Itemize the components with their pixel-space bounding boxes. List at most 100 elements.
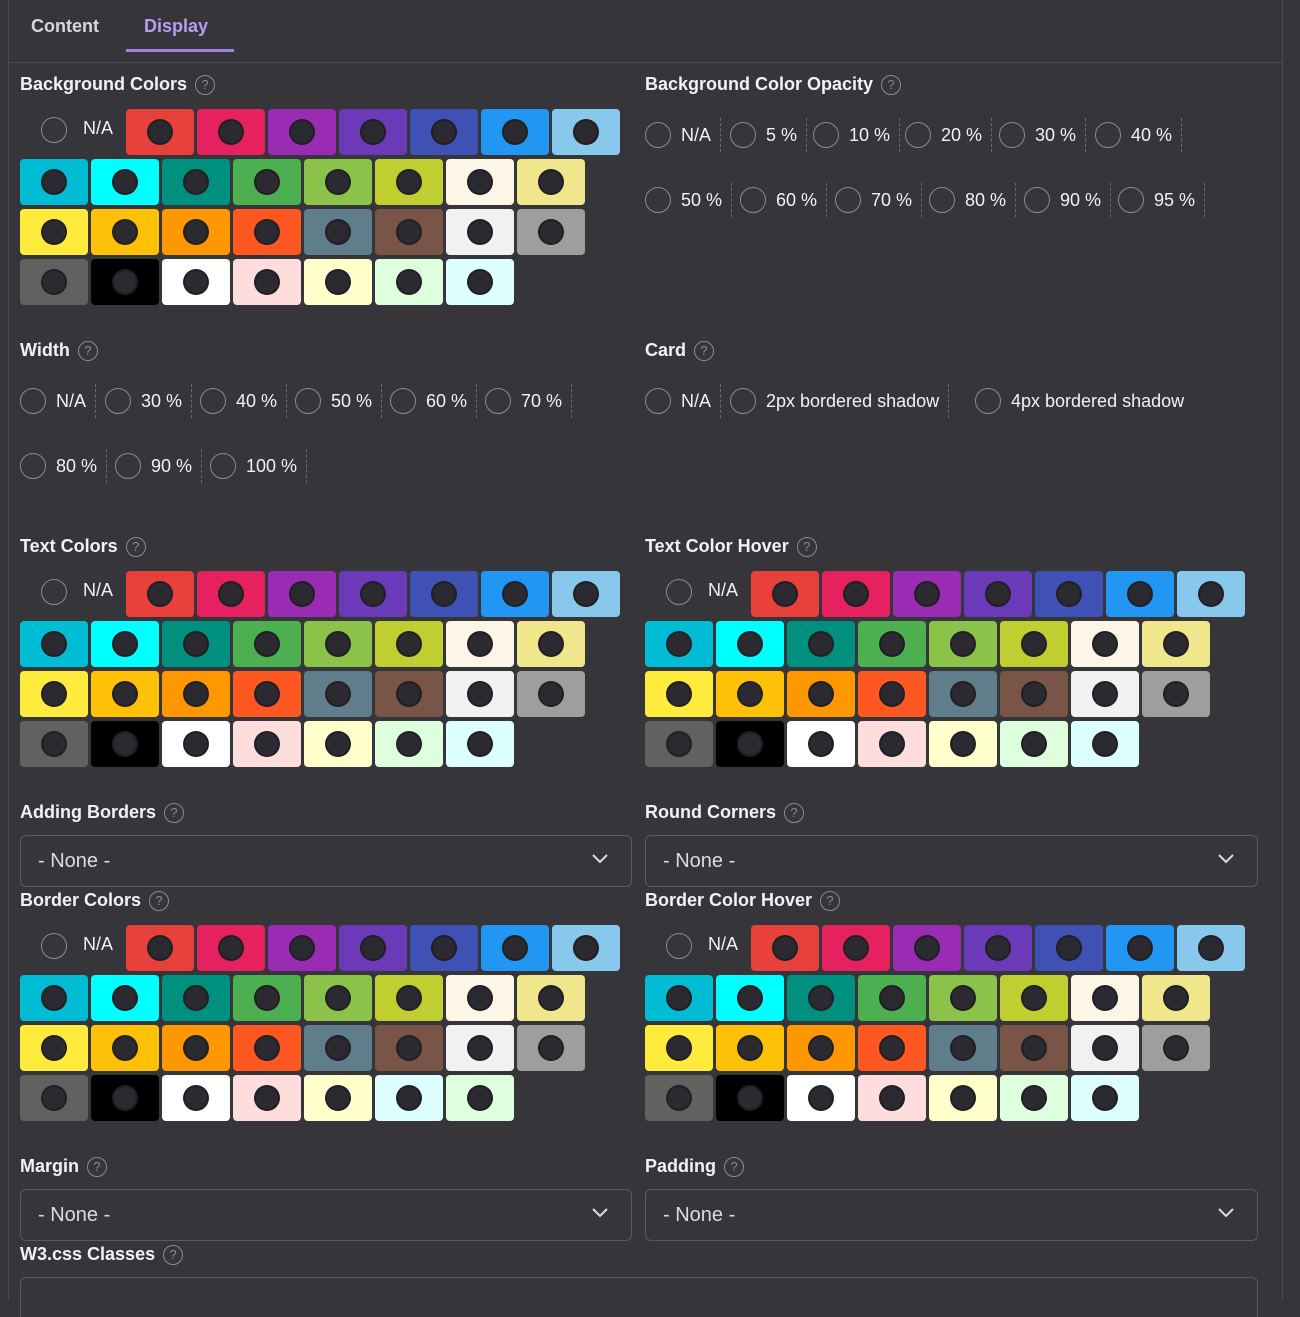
radio-button[interactable] <box>183 681 209 707</box>
help-icon[interactable]: ? <box>163 1245 184 1265</box>
radio-option[interactable]: 70 % <box>485 384 573 418</box>
color-swatch[interactable] <box>929 721 997 767</box>
color-swatch[interactable] <box>822 925 890 971</box>
radio-option[interactable]: 60 % <box>390 384 478 418</box>
color-swatch[interactable] <box>517 159 585 205</box>
color-swatch[interactable] <box>91 621 159 667</box>
radio-button[interactable] <box>396 1085 422 1111</box>
color-swatch[interactable] <box>268 571 336 617</box>
color-swatch[interactable] <box>1071 975 1139 1021</box>
radio-button[interactable] <box>360 119 386 145</box>
color-swatch[interactable] <box>1142 1025 1210 1071</box>
radio-button[interactable] <box>843 935 869 961</box>
radio-button[interactable] <box>147 935 173 961</box>
color-swatch[interactable] <box>375 721 443 767</box>
color-swatch[interactable] <box>858 671 926 717</box>
color-swatch[interactable] <box>787 621 855 667</box>
radio-button[interactable] <box>1021 731 1047 757</box>
adding-borders-select[interactable]: - None - <box>20 835 632 887</box>
color-swatch[interactable] <box>375 1075 443 1121</box>
radio-button[interactable] <box>183 631 209 657</box>
color-swatch[interactable] <box>91 1025 159 1071</box>
color-swatch[interactable] <box>304 159 372 205</box>
color-swatch[interactable] <box>91 1075 159 1121</box>
color-swatch[interactable] <box>410 571 478 617</box>
radio-button[interactable] <box>879 681 905 707</box>
color-swatch[interactable] <box>375 259 443 305</box>
color-swatch[interactable] <box>929 621 997 667</box>
radio-button[interactable] <box>1056 935 1082 961</box>
color-swatch[interactable] <box>787 1075 855 1121</box>
radio-button[interactable] <box>112 219 138 245</box>
color-swatch[interactable] <box>375 159 443 205</box>
radio-button[interactable] <box>183 219 209 245</box>
color-swatch[interactable] <box>929 1075 997 1121</box>
radio-button[interactable] <box>538 631 564 657</box>
radio-button[interactable] <box>396 681 422 707</box>
color-swatch[interactable] <box>20 159 88 205</box>
radio-button[interactable] <box>950 1085 976 1111</box>
color-swatch[interactable] <box>964 571 1032 617</box>
color-swatch[interactable] <box>481 925 549 971</box>
radio-button[interactable] <box>843 581 869 607</box>
color-swatch[interactable] <box>446 159 514 205</box>
radio-button[interactable] <box>325 631 351 657</box>
radio-button[interactable] <box>950 1035 976 1061</box>
color-swatch[interactable] <box>162 671 230 717</box>
radio-option[interactable]: 80 % <box>20 449 108 483</box>
radio-button[interactable] <box>183 731 209 757</box>
color-swatch[interactable] <box>751 571 819 617</box>
color-swatch[interactable] <box>517 671 585 717</box>
radio-button[interactable] <box>1198 581 1224 607</box>
radio-button[interactable] <box>396 269 422 295</box>
color-swatch[interactable] <box>20 621 88 667</box>
color-swatch[interactable] <box>517 1025 585 1071</box>
radio-button[interactable] <box>666 985 692 1011</box>
color-swatch[interactable] <box>304 209 372 255</box>
color-swatch[interactable] <box>517 975 585 1021</box>
radio-button[interactable] <box>112 731 138 757</box>
help-icon[interactable]: ? <box>195 75 216 95</box>
color-swatch[interactable] <box>339 925 407 971</box>
radio-button[interactable] <box>538 169 564 195</box>
radio-button[interactable] <box>467 1085 493 1111</box>
radio-button[interactable] <box>772 581 798 607</box>
radio-button[interactable] <box>502 581 528 607</box>
radio-button[interactable] <box>183 169 209 195</box>
radio-button[interactable] <box>538 681 564 707</box>
radio-button[interactable] <box>431 581 457 607</box>
color-swatch[interactable] <box>787 671 855 717</box>
radio-button[interactable] <box>740 187 766 213</box>
radio-option[interactable]: 100 % <box>210 449 308 483</box>
color-swatch[interactable] <box>517 621 585 667</box>
radio-button[interactable] <box>573 581 599 607</box>
padding-select[interactable]: - None - <box>645 1189 1258 1241</box>
radio-button[interactable] <box>325 985 351 1011</box>
radio-button[interactable] <box>645 388 671 414</box>
color-swatch[interactable] <box>197 925 265 971</box>
color-swatch[interactable] <box>858 975 926 1021</box>
radio-button[interactable] <box>1092 1085 1118 1111</box>
color-swatch[interactable] <box>645 975 713 1021</box>
color-swatch[interactable] <box>858 1025 926 1071</box>
radio-button[interactable] <box>813 122 839 148</box>
color-swatch[interactable] <box>1000 1025 1068 1071</box>
radio-button[interactable] <box>502 935 528 961</box>
tab-content[interactable]: Content <box>31 16 99 52</box>
radio-button[interactable] <box>666 681 692 707</box>
radio-button[interactable] <box>295 388 321 414</box>
radio-button[interactable] <box>1021 985 1047 1011</box>
color-swatch[interactable] <box>446 975 514 1021</box>
radio-button[interactable] <box>835 187 861 213</box>
radio-button[interactable] <box>396 169 422 195</box>
color-swatch[interactable] <box>91 721 159 767</box>
radio-button[interactable] <box>1021 1085 1047 1111</box>
radio-button[interactable] <box>573 119 599 145</box>
radio-button[interactable] <box>41 1085 67 1111</box>
round-corners-select[interactable]: - None - <box>645 835 1258 887</box>
color-swatch[interactable] <box>1106 925 1174 971</box>
radio-button[interactable] <box>115 453 141 479</box>
radio-button[interactable] <box>1024 187 1050 213</box>
color-swatch[interactable] <box>91 975 159 1021</box>
radio-button[interactable] <box>41 169 67 195</box>
